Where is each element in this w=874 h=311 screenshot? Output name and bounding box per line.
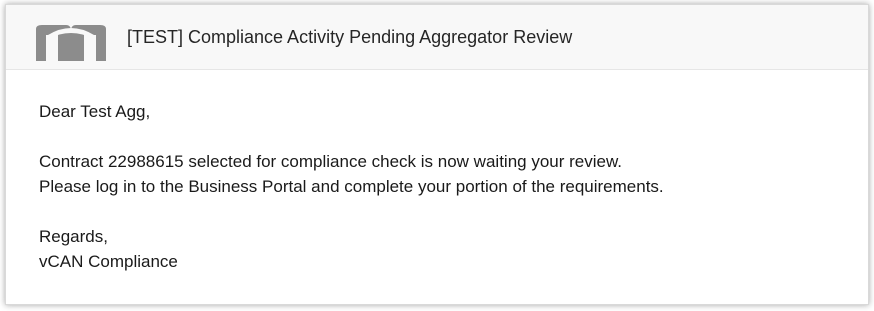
email-message: [TEST] Compliance Activity Pending Aggre… [5,4,869,305]
email-subject: [TEST] Compliance Activity Pending Aggre… [127,27,573,47]
email-header: [TEST] Compliance Activity Pending Aggre… [6,5,868,70]
email-signature: vCAN Compliance [39,252,178,271]
m-logo-icon [36,25,106,61]
email-closing: Regards, [39,227,108,246]
email-body: Dear Test Agg, Contract 22988615 selecte… [39,99,664,274]
email-greeting: Dear Test Agg, [39,102,151,121]
email-body-line-2: Please log in to the Business Portal and… [39,177,664,196]
email-body-line-1: Contract 22988615 selected for complianc… [39,152,623,171]
